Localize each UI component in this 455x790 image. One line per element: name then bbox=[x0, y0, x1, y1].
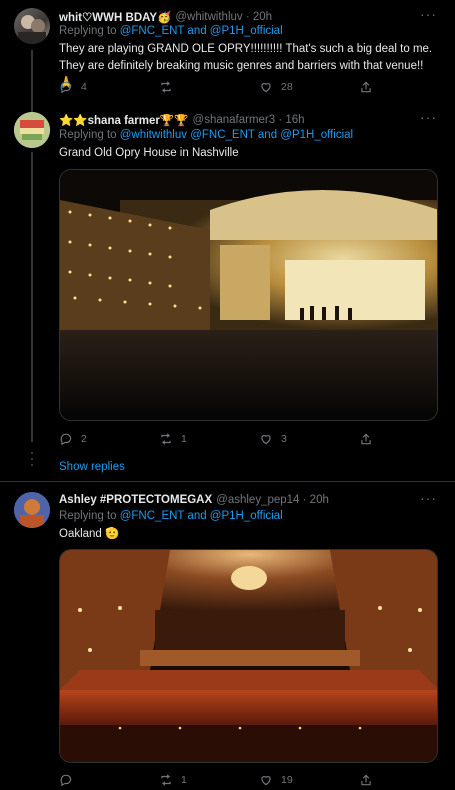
share-icon bbox=[361, 81, 371, 93]
tweet-header: whit♡WWH BDAY🥳 @whitwithluv · 20h bbox=[59, 10, 272, 24]
reply-button[interactable] bbox=[59, 773, 159, 787]
like-button[interactable]: 19 bbox=[259, 773, 359, 787]
reply-icon bbox=[60, 81, 72, 94]
thread-line bbox=[31, 152, 33, 442]
retweet-icon bbox=[161, 433, 171, 445]
share-button[interactable] bbox=[359, 80, 389, 94]
show-replies-link[interactable]: Show replies bbox=[59, 461, 125, 473]
share-button[interactable] bbox=[359, 432, 389, 446]
heart-icon bbox=[261, 435, 271, 445]
reply-button[interactable]: 4 bbox=[59, 80, 159, 94]
like-button[interactable]: 28 bbox=[259, 80, 359, 94]
thread-dots bbox=[31, 452, 33, 470]
retweet-icon bbox=[161, 81, 171, 93]
tweet-text: Grand Old Opry House in Nashville bbox=[59, 147, 239, 159]
tweet-actions: 1 19 bbox=[59, 773, 389, 787]
display-name[interactable]: whit♡WWH BDAY🥳 bbox=[59, 10, 171, 24]
reply-button[interactable]: 2 bbox=[59, 432, 159, 446]
handle-and-time[interactable]: @whitwithluv · 20h bbox=[175, 11, 272, 23]
heart-icon bbox=[261, 776, 271, 786]
replying-to: Replying to @FNC_ENT and @P1H_official bbox=[59, 25, 283, 37]
avatar[interactable] bbox=[14, 8, 50, 44]
retweet-count: 1 bbox=[181, 774, 187, 786]
tweet-photo-opry-house[interactable] bbox=[59, 169, 438, 421]
retweet-button[interactable]: 1 bbox=[159, 773, 259, 787]
replying-to-links[interactable]: @FNC_ENT and @P1H_official bbox=[120, 25, 283, 37]
share-icon bbox=[361, 433, 371, 445]
more-options-icon[interactable]: ··· bbox=[420, 6, 437, 22]
reply-icon bbox=[60, 774, 72, 787]
replying-to-links[interactable]: @FNC_ENT and @P1H_official bbox=[120, 510, 283, 522]
tweet-actions: 4 28 bbox=[59, 80, 389, 94]
tweet-text: Oakland 🫡 bbox=[59, 528, 120, 540]
reply-icon bbox=[60, 433, 72, 446]
handle-and-time[interactable]: @shanafarmer3 · 16h bbox=[193, 114, 305, 126]
divider bbox=[0, 481, 455, 482]
display-name[interactable]: Ashley #PROTECTOMEGAX bbox=[59, 494, 212, 506]
avatar[interactable] bbox=[14, 492, 50, 528]
like-button[interactable]: 3 bbox=[259, 432, 359, 446]
retweet-button[interactable]: 1 bbox=[159, 432, 259, 446]
replying-to: Replying to @FNC_ENT and @P1H_official bbox=[59, 510, 283, 522]
tweet-header: Ashley #PROTECTOMEGAX @ashley_pep14 · 20… bbox=[59, 494, 329, 506]
tweet-photo-oakland-theater[interactable] bbox=[59, 549, 438, 763]
like-count: 28 bbox=[281, 81, 293, 93]
display-name[interactable]: ⭐⭐shana farmer🏆🏆 bbox=[59, 113, 189, 127]
replying-to-links[interactable]: @whitwithluv @FNC_ENT and @P1H_official bbox=[120, 129, 353, 141]
like-count: 3 bbox=[281, 433, 287, 445]
reply-count: 4 bbox=[81, 81, 87, 93]
retweet-icon bbox=[161, 774, 171, 786]
more-options-icon[interactable]: ··· bbox=[420, 109, 437, 125]
replying-to: Replying to @whitwithluv @FNC_ENT and @P… bbox=[59, 129, 354, 141]
tweet-header: ⭐⭐shana farmer🏆🏆 @shanafarmer3 · 16h bbox=[59, 113, 305, 127]
avatar[interactable] bbox=[14, 112, 50, 148]
handle-and-time[interactable]: @ashley_pep14 · 20h bbox=[216, 494, 329, 506]
share-button[interactable] bbox=[359, 773, 389, 787]
retweet-count: 1 bbox=[181, 433, 187, 445]
thread-line bbox=[31, 50, 33, 120]
share-icon bbox=[361, 774, 371, 786]
concert-hall-photo bbox=[60, 170, 437, 420]
like-count: 19 bbox=[281, 774, 293, 786]
reply-count: 2 bbox=[81, 433, 87, 445]
heart-icon bbox=[261, 83, 271, 93]
retweet-button[interactable] bbox=[159, 80, 259, 94]
theater-photo bbox=[60, 550, 437, 762]
tweet-actions: 2 1 3 bbox=[59, 432, 389, 446]
more-options-icon[interactable]: ··· bbox=[420, 490, 437, 506]
